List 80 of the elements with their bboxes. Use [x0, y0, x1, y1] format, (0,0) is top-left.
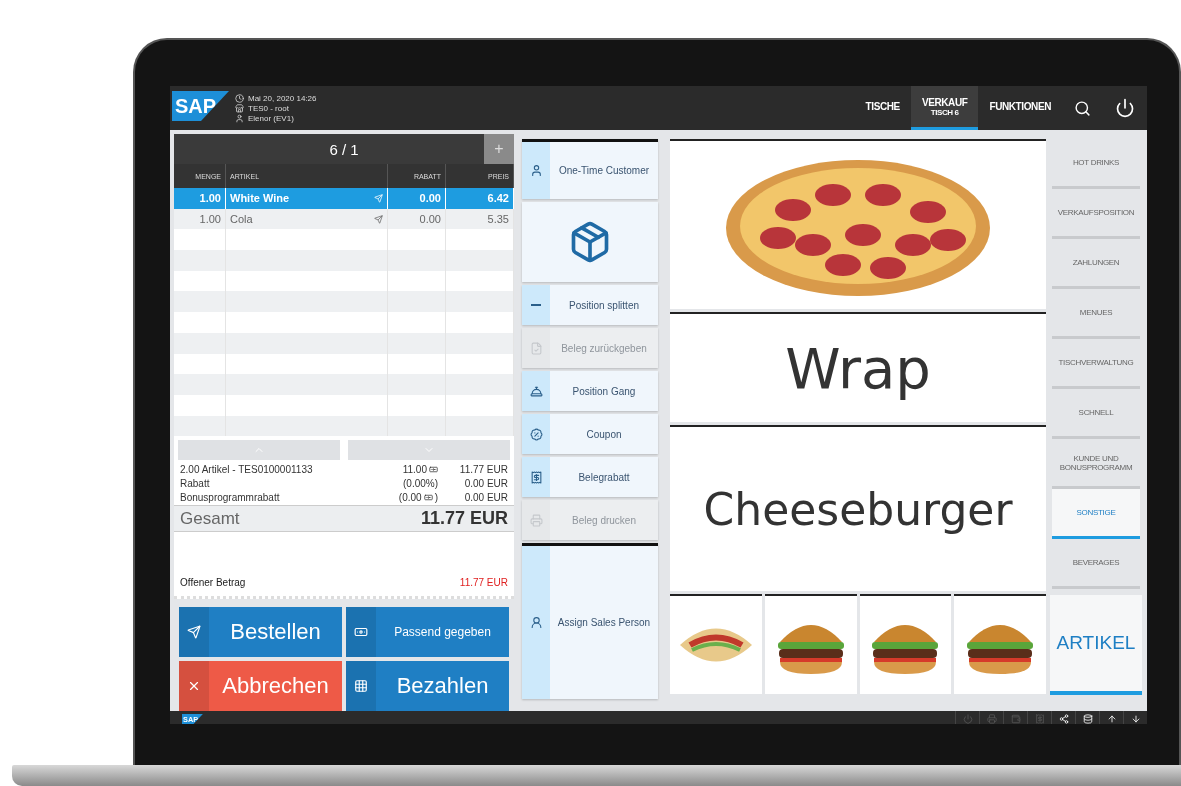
discount: 0.00	[419, 192, 441, 205]
action-button[interactable]: Bestellen	[179, 607, 342, 658]
summary-amount: 0.00 EUR	[464, 491, 508, 503]
send-icon	[374, 214, 383, 224]
price: 6.42	[487, 192, 509, 205]
discount: 0.00	[419, 213, 441, 226]
nav-tab[interactable]: VERKAUF TISCH 6	[910, 86, 979, 130]
date-time: Mai 20, 2020 14:26	[248, 93, 317, 103]
power-icon	[962, 714, 973, 724]
bell-icon	[529, 384, 543, 398]
quantity: 1.00	[199, 192, 221, 205]
grid-icon	[354, 679, 368, 694]
user-name: Elenor (EV1)	[248, 113, 294, 123]
product-tile[interactable]: Cheeseburger	[670, 425, 1046, 591]
summary-value: (0.00	[398, 491, 422, 503]
order-row[interactable]: 1.00 Cola 0.00 5.35	[174, 208, 514, 230]
percent-icon	[529, 427, 543, 441]
product-tile[interactable]	[670, 594, 762, 694]
summary-value: )	[434, 491, 438, 503]
open-amount: 11.77 EUR	[459, 577, 508, 589]
product-tile[interactable]	[764, 594, 857, 694]
receipt-icon	[1034, 714, 1045, 724]
summary-label: Rabatt	[180, 477, 211, 489]
store-icon	[235, 103, 244, 113]
arrow-up-icon	[1106, 714, 1117, 724]
document-icon	[529, 341, 543, 355]
function-button[interactable]: Position Gang	[522, 371, 658, 411]
receipt-icon	[529, 470, 543, 484]
power-icon[interactable]	[1115, 98, 1135, 118]
send-icon	[187, 625, 201, 640]
arrow-down-icon	[1130, 714, 1141, 724]
nav-tab[interactable]: FUNKTIONEN	[978, 86, 1062, 130]
summary-label: 2.00 Artikel - TES0100001133	[180, 463, 314, 475]
function-button[interactable]: Assign Sales Person	[522, 543, 658, 699]
search-icon[interactable]	[1074, 99, 1091, 117]
coin-icon	[429, 464, 438, 474]
printer-icon	[529, 513, 543, 527]
nav-tab[interactable]: TISCHE	[854, 86, 911, 130]
function-button[interactable]: Position splitten	[522, 285, 658, 325]
product-tile[interactable]	[859, 594, 952, 694]
product-tile[interactable]	[954, 594, 1046, 694]
order-title: 6 / 1	[328, 140, 360, 158]
item-name: Cola	[230, 213, 253, 226]
wallet-icon	[1010, 714, 1021, 724]
function-button[interactable]: Belegrabatt	[522, 457, 658, 497]
send-icon	[374, 193, 383, 203]
summary-amount: 0.00 EUR	[464, 477, 508, 489]
clock-icon	[235, 93, 244, 103]
sap-logo: SAP	[182, 713, 203, 724]
product-tile[interactable]: Wrap	[670, 312, 1046, 422]
sap-logo: SAP	[172, 91, 229, 121]
function-button[interactable]: One-Time Customer	[522, 139, 658, 199]
action-button[interactable]: Passend gegeben	[346, 607, 509, 658]
summary-label: Bonusprogrammrabatt	[180, 491, 281, 503]
database-icon	[1082, 714, 1093, 724]
printer-icon	[986, 714, 997, 724]
articles-tab[interactable]: ARTIKEL	[1050, 595, 1142, 695]
quantity: 1.00	[199, 213, 221, 226]
coin-icon	[423, 492, 433, 502]
total-label: Gesamt	[180, 508, 240, 529]
products-button[interactable]	[522, 202, 658, 282]
product-tile[interactable]	[670, 139, 1046, 309]
summary-amount: 11.77 EUR	[459, 463, 508, 475]
total-amount: 11.77 EUR	[420, 508, 508, 530]
action-button[interactable]: Abbrechen	[179, 661, 342, 712]
order-row[interactable]: 1.00 White Wine 0.00 6.42	[174, 188, 514, 209]
minus-icon	[531, 304, 541, 306]
open-amount-label: Offener Betrag	[180, 577, 246, 589]
store-name: TES0 - root	[248, 103, 289, 113]
user-icon	[529, 164, 543, 177]
user-icon	[529, 616, 543, 629]
user-icon	[235, 113, 244, 123]
share-icon	[1058, 714, 1069, 724]
summary-value: 11.00	[402, 463, 427, 475]
function-button[interactable]: Coupon	[522, 414, 658, 454]
price: 5.35	[487, 213, 509, 226]
action-button[interactable]: Bezahlen	[346, 661, 509, 712]
item-name: White Wine	[230, 192, 290, 205]
category-tab[interactable]: SONSTIGE	[1052, 489, 1140, 539]
summary-value: (0.00%)	[403, 477, 438, 489]
